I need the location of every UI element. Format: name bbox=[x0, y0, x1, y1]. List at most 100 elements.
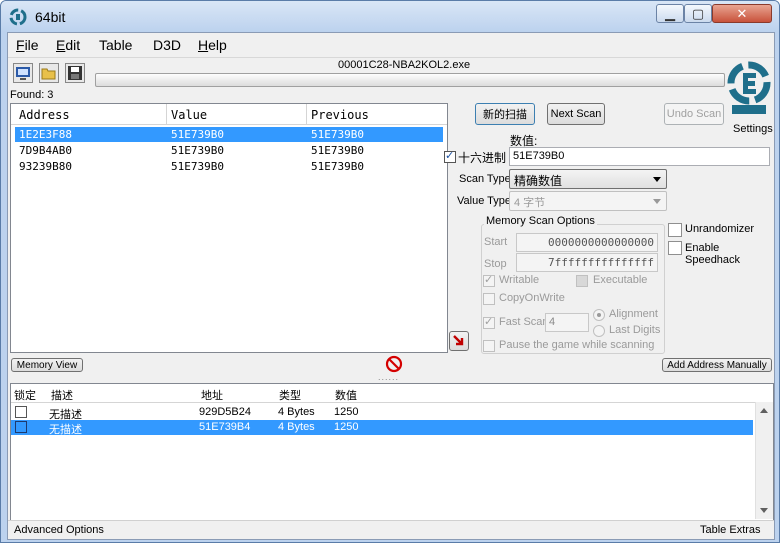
results-row[interactable]: 7D9B4AB0 51E739B0 51E739B0 bbox=[15, 143, 443, 158]
executable-checkbox[interactable] bbox=[576, 275, 588, 287]
last-digits-label: Last Digits bbox=[609, 324, 661, 336]
menu-table[interactable]: Table bbox=[99, 37, 132, 53]
pause-game-checkbox[interactable] bbox=[483, 340, 495, 352]
row-value: 1250 bbox=[334, 406, 359, 418]
row-value: 51E739B0 bbox=[171, 144, 224, 157]
stop-icon bbox=[385, 355, 403, 373]
scan-progress-bar bbox=[95, 73, 725, 87]
value-type-label: Value Type bbox=[457, 195, 512, 207]
cheat-engine-app-icon bbox=[9, 8, 27, 26]
table-extras-link[interactable]: Table Extras bbox=[700, 524, 761, 536]
menu-file[interactable]: File bbox=[16, 37, 39, 53]
fast-scan-input[interactable]: 4 bbox=[545, 313, 589, 332]
memory-view-button[interactable]: Memory View bbox=[11, 358, 83, 372]
results-row[interactable]: 93239B80 51E739B0 51E739B0 bbox=[15, 159, 443, 174]
next-scan-button[interactable]: Next Scan bbox=[547, 103, 605, 125]
start-address-input[interactable]: 0000000000000000 bbox=[516, 233, 658, 252]
menu-edit[interactable]: Edit bbox=[56, 37, 80, 53]
column-address[interactable]: Address bbox=[19, 108, 70, 122]
speedhack-label: Enable Speedhack bbox=[685, 242, 741, 266]
address-row[interactable]: 无描述 929D5B24 4 Bytes 1250 bbox=[11, 405, 753, 421]
address-row[interactable]: 无描述 51E739B4 4 Bytes 1250 bbox=[11, 420, 753, 436]
lock-checkbox[interactable] bbox=[15, 406, 27, 418]
writable-label: Writable bbox=[499, 274, 540, 286]
executable-label: Executable bbox=[593, 274, 648, 286]
row-type: 4 Bytes bbox=[278, 421, 315, 433]
scan-results-list[interactable]: Address Value Previous 1E2E3F88 51E739B0… bbox=[10, 103, 448, 353]
status-bar: Advanced Options Table Extras bbox=[8, 520, 774, 539]
hex-checkbox[interactable] bbox=[444, 149, 456, 163]
stop-scan-button[interactable] bbox=[385, 355, 403, 373]
close-button[interactable]: ✕ bbox=[712, 4, 772, 23]
results-row[interactable]: 1E2E3F88 51E739B0 51E739B0 bbox=[15, 127, 443, 142]
advanced-options-link[interactable]: Advanced Options bbox=[14, 524, 104, 536]
maximize-button[interactable]: ▢ bbox=[684, 4, 712, 23]
new-scan-button[interactable]: 新的扫描 bbox=[475, 103, 535, 125]
cheat-engine-logo-icon[interactable] bbox=[726, 59, 772, 125]
column-type[interactable]: 类型 bbox=[279, 387, 301, 403]
address-list[interactable]: 锁定 描述 地址 类型 数值 无描述 929D5B24 4 Bytes 1250… bbox=[10, 383, 774, 522]
row-previous: 51E739B0 bbox=[311, 144, 364, 157]
chevron-down-icon bbox=[653, 177, 661, 182]
settings-label[interactable]: Settings bbox=[733, 123, 773, 135]
column-previous[interactable]: Previous bbox=[311, 108, 369, 122]
add-address-manually-button[interactable]: Add Address Manually bbox=[662, 358, 772, 372]
menu-bar: File Edit Table D3D Help bbox=[8, 33, 774, 58]
floppy-disk-icon bbox=[68, 66, 82, 80]
fast-scan-label: Fast Scan bbox=[499, 316, 549, 328]
stop-label: Stop bbox=[484, 258, 507, 270]
row-previous: 51E739B0 bbox=[311, 160, 364, 173]
minimize-icon: ▁ bbox=[665, 5, 675, 21]
select-process-button[interactable] bbox=[13, 63, 33, 83]
process-name: 00001C28-NBA2KOL2.exe bbox=[338, 59, 471, 71]
value-type-value: 4 字节 bbox=[514, 197, 546, 209]
column-address[interactable]: 地址 bbox=[201, 387, 223, 403]
title-bar[interactable]: 64bit ▁ ▢ ✕ bbox=[1, 1, 779, 32]
open-file-button[interactable] bbox=[39, 63, 59, 83]
fast-scan-checkbox[interactable] bbox=[483, 315, 495, 329]
column-description[interactable]: 描述 bbox=[51, 387, 73, 403]
unrandomizer-label: Unrandomizer bbox=[685, 223, 755, 235]
add-to-list-button[interactable] bbox=[449, 331, 469, 351]
speedhack-checkbox[interactable] bbox=[668, 241, 682, 255]
alignment-label: Alignment bbox=[609, 308, 658, 320]
maximize-icon: ▢ bbox=[691, 5, 705, 21]
arrow-down-right-icon bbox=[453, 335, 464, 346]
minimize-button[interactable]: ▁ bbox=[656, 4, 684, 23]
unrandomizer-checkbox[interactable] bbox=[668, 223, 682, 237]
app-window: 64bit ▁ ▢ ✕ File Edit Table D3D Help 000… bbox=[0, 0, 780, 543]
copyonwrite-label: CopyOnWrite bbox=[499, 292, 565, 304]
results-header: Address Value Previous bbox=[11, 104, 447, 125]
column-lock[interactable]: 锁定 bbox=[14, 387, 36, 403]
alignment-radio[interactable] bbox=[593, 309, 605, 321]
value-type-select[interactable]: 4 字节 bbox=[509, 191, 667, 211]
close-icon: ✕ bbox=[736, 5, 748, 21]
pause-game-label: Pause the game while scanning bbox=[499, 339, 655, 351]
row-description: 无描述 bbox=[49, 424, 82, 436]
undo-scan-button[interactable]: Undo Scan bbox=[664, 103, 724, 125]
scan-type-select[interactable]: 精确数值 bbox=[509, 169, 667, 189]
scan-value-input[interactable]: 51E739B0 bbox=[509, 147, 770, 166]
menu-d3d[interactable]: D3D bbox=[153, 37, 181, 53]
scroll-up-icon[interactable] bbox=[760, 408, 768, 413]
splitter-grip-icon: ...... bbox=[378, 372, 400, 382]
menu-help[interactable]: Help bbox=[198, 37, 227, 53]
memory-scan-options-title: Memory Scan Options bbox=[484, 215, 597, 227]
row-value: 1250 bbox=[334, 421, 359, 433]
row-address: 93239B80 bbox=[19, 160, 72, 173]
vertical-scrollbar[interactable] bbox=[755, 402, 773, 519]
writable-checkbox[interactable] bbox=[483, 273, 495, 287]
window-title: 64bit bbox=[35, 9, 66, 25]
row-value: 51E739B0 bbox=[171, 128, 224, 141]
row-address: 1E2E3F88 bbox=[19, 128, 72, 141]
scroll-down-icon[interactable] bbox=[760, 508, 768, 513]
row-type: 4 Bytes bbox=[278, 406, 315, 418]
copyonwrite-checkbox[interactable] bbox=[483, 293, 495, 305]
column-value[interactable]: 数值 bbox=[335, 387, 357, 403]
stop-address-input[interactable]: 7fffffffffffffff bbox=[516, 253, 658, 272]
save-file-button[interactable] bbox=[65, 63, 85, 83]
column-value[interactable]: Value bbox=[171, 108, 207, 122]
lock-checkbox[interactable] bbox=[15, 421, 27, 433]
splitter[interactable]: ...... bbox=[8, 372, 774, 382]
last-digits-radio[interactable] bbox=[593, 325, 605, 337]
